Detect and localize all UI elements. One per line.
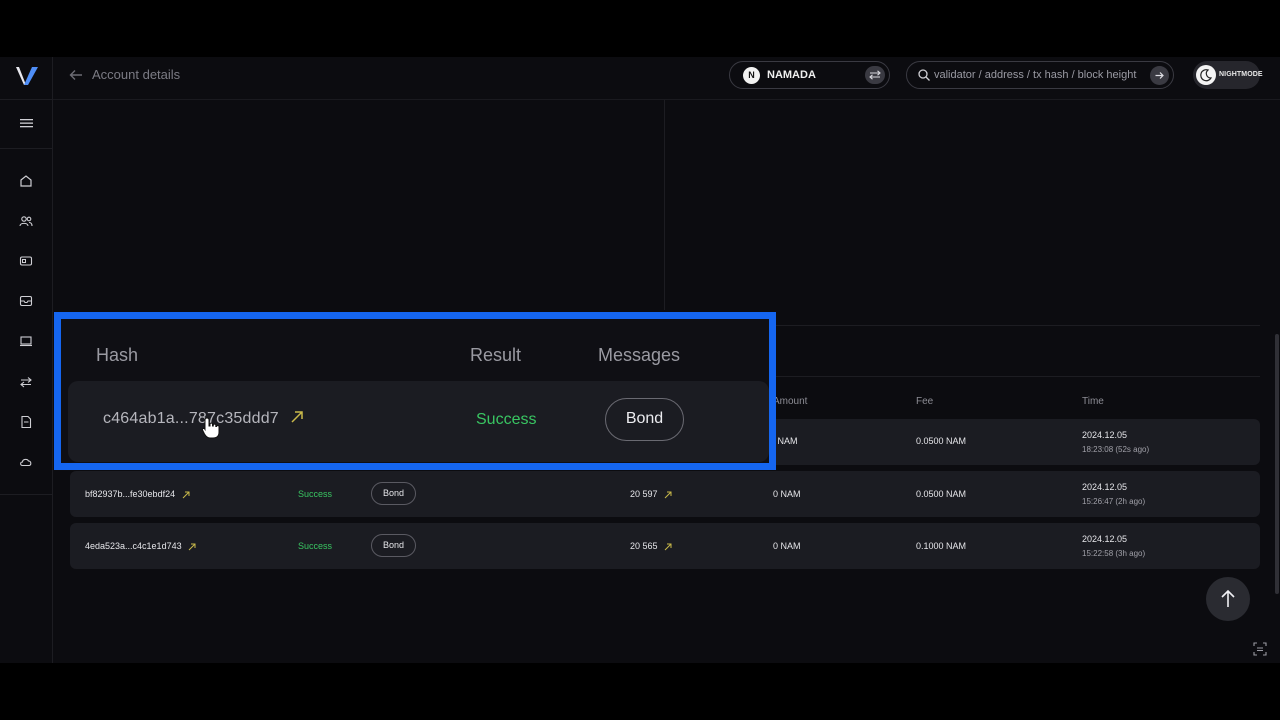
sidebar-divider [0, 494, 53, 495]
external-link-icon[interactable] [290, 410, 304, 424]
document-icon[interactable] [19, 415, 33, 429]
hash-cell[interactable]: bf82937b...fe30ebdf24 [85, 489, 190, 499]
date-cell: 2024.12.05 [1082, 430, 1128, 440]
fee-cell: 0.0500 NAM [916, 436, 967, 446]
height-link[interactable]: 20 597 [630, 489, 658, 499]
arrow-right-icon [1155, 72, 1164, 79]
column-header-result: Result [470, 345, 522, 365]
screenshot-icon[interactable] [1253, 642, 1267, 656]
zoom-highlight: Hash Result Messages c464ab1a...787c35dd… [54, 312, 776, 470]
date-cell: 2024.12.05 [1082, 534, 1128, 544]
height-link[interactable]: 20 565 [630, 541, 658, 551]
namada-logo-icon: N [743, 67, 760, 84]
swap-icon [869, 70, 881, 80]
message-badge: Bond [371, 482, 416, 505]
hash-link[interactable]: c464ab1a...787c35ddd7 [103, 410, 279, 427]
sidebar-divider [0, 148, 53, 149]
column-header-fee: Fee [916, 396, 934, 407]
time-cell: 18:23:08 (52s ago) [1082, 445, 1150, 454]
hand-cursor-icon [201, 417, 220, 439]
external-link-icon[interactable] [188, 543, 196, 551]
result-cell: Success [476, 411, 537, 428]
table-row[interactable]: 4eda523a...c4c1e1d743 Success Bond 20 56… [70, 523, 1260, 569]
result-cell: Success [298, 489, 333, 499]
table-row[interactable]: bf82937b...fe30ebdf24 Success Bond 20 59… [70, 471, 1260, 517]
home-icon[interactable] [19, 174, 33, 188]
toggle-knob [1196, 65, 1216, 85]
amount-cell: 0 NAM [773, 541, 801, 551]
hamburger-icon[interactable] [20, 117, 33, 129]
inbox-icon[interactable] [19, 294, 33, 308]
search-icon [918, 69, 930, 81]
panel-divider [774, 376, 1260, 377]
time-cell: 15:26:47 (2h ago) [1082, 497, 1146, 506]
app-window: Account details N NAMADA validator / add… [0, 57, 1280, 663]
column-header-amount: Amount [773, 396, 808, 407]
back-arrow-icon[interactable] [68, 67, 84, 83]
search-submit-button[interactable] [1150, 66, 1169, 85]
scrollbar[interactable] [1275, 334, 1279, 594]
external-link-icon[interactable] [182, 491, 190, 499]
search-input[interactable] [934, 66, 1146, 84]
date-cell: 2024.12.05 [1082, 482, 1128, 492]
moon-icon [1200, 69, 1213, 82]
panel-divider [664, 100, 665, 310]
users-icon[interactable] [19, 214, 33, 228]
fee-cell: 0.0500 NAM [916, 489, 967, 499]
hash-cell[interactable]: 4eda523a...c4c1e1d743 [85, 541, 196, 551]
fee-cell: 0.1000 NAM [916, 541, 967, 551]
network-name: NAMADA [767, 69, 816, 81]
column-header-time: Time [1082, 396, 1104, 407]
hash-link[interactable]: 4eda523a...c4c1e1d743 [85, 541, 182, 551]
search-bar [906, 61, 1174, 89]
transfer-icon[interactable] [19, 375, 33, 389]
cloud-icon[interactable] [19, 455, 33, 469]
external-link-icon[interactable] [664, 543, 672, 551]
height-cell[interactable]: 20 597 [630, 489, 672, 499]
amount-cell: 0 NAM [773, 489, 801, 499]
time-cell: 15:22:58 (3h ago) [1082, 549, 1146, 558]
network-switch-button[interactable] [865, 66, 885, 84]
hash-link[interactable]: bf82937b...fe30ebdf24 [85, 489, 175, 499]
table-row[interactable]: c464ab1a...787c35ddd7 Success Bond [68, 381, 769, 462]
height-cell[interactable]: 20 565 [630, 541, 672, 551]
v-logo-icon[interactable] [15, 65, 39, 87]
message-badge: Bond [371, 534, 416, 557]
page-title: Account details [92, 67, 181, 82]
column-header-messages: Messages [598, 345, 681, 365]
arrow-up-icon [1221, 589, 1235, 607]
message-badge: Bond [605, 398, 684, 441]
top-header: Account details N NAMADA validator / add… [53, 57, 1280, 100]
sidebar-divider [0, 99, 53, 100]
scroll-to-top-button[interactable] [1206, 577, 1250, 621]
wallet-icon[interactable] [19, 254, 33, 268]
sidebar [0, 57, 53, 663]
network-selector[interactable]: N NAMADA [729, 61, 890, 89]
blocks-icon[interactable] [19, 334, 33, 348]
column-header-hash: Hash [96, 345, 139, 365]
nightmode-toggle[interactable]: NIGHTMODE [1193, 61, 1263, 89]
nightmode-label: NIGHTMODE [1219, 71, 1263, 78]
result-cell: Success [298, 541, 333, 551]
external-link-icon[interactable] [664, 491, 672, 499]
